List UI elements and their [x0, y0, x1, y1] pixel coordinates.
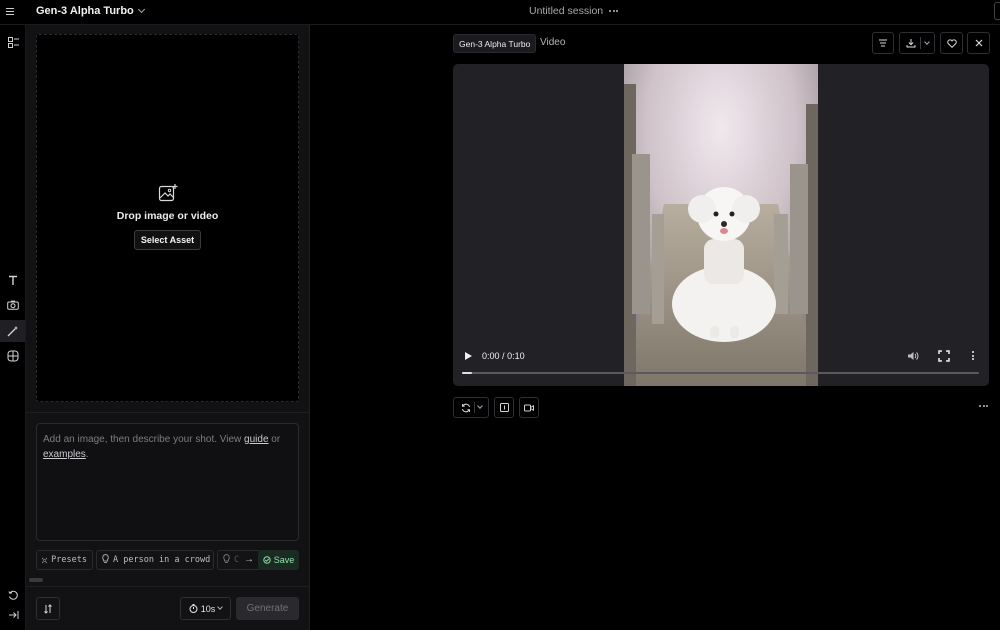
chevron-down-icon: [476, 403, 483, 409]
details-button[interactable]: [872, 32, 894, 54]
horizontal-scrollbar[interactable]: [29, 578, 43, 582]
video-camera-icon: [524, 404, 534, 411]
prompt-placeholder-mid: or: [268, 434, 281, 445]
session-title-label: Untitled session: [529, 5, 604, 17]
duration-label: 10s: [200, 603, 216, 614]
video-controls: 0:00 / 0:10: [453, 344, 989, 386]
frame-button[interactable]: [494, 397, 514, 418]
more-options-icon[interactable]: [609, 10, 619, 12]
dropzone-label: Drop image or video: [116, 210, 219, 222]
guide-link[interactable]: guide: [244, 434, 268, 445]
select-asset-button[interactable]: Select Asset: [133, 230, 202, 250]
arrow-right-icon[interactable]: →: [244, 554, 254, 565]
total-duration: 0:10: [507, 351, 525, 361]
time-display: 0:00 / 0:10: [482, 351, 525, 361]
prompt-placeholder-end: .: [85, 449, 89, 460]
save-icon: [263, 556, 271, 564]
prompt-chips: Presets A person in a crowd C → Save: [36, 550, 299, 570]
output-type-tag: Video: [540, 37, 566, 48]
examples-link[interactable]: examples: [43, 449, 86, 460]
progress-fill: [462, 372, 473, 374]
reuse-button[interactable]: [453, 397, 489, 418]
download-icon: [906, 39, 915, 48]
output-model-tag: Gen-3 Alpha Turbo: [453, 34, 537, 53]
generate-button[interactable]: Generate: [236, 597, 299, 620]
magic-tools-icon[interactable]: [0, 320, 25, 342]
volume-icon[interactable]: [907, 350, 919, 362]
close-icon: [975, 39, 982, 47]
timer-icon: [189, 604, 198, 613]
download-button[interactable]: [899, 32, 935, 54]
collapse-sidebar-icon[interactable]: [4, 606, 22, 624]
suggestion-chip[interactable]: A person in a crowd: [96, 550, 214, 570]
video-player[interactable]: 0:00 / 0:10: [453, 64, 989, 386]
sliders-icon: [44, 603, 52, 614]
play-icon[interactable]: [465, 352, 472, 360]
more-options-icon[interactable]: [972, 351, 974, 360]
prompt-textarea[interactable]: Add an image, then describe your shot. V…: [36, 423, 299, 541]
panel-toggle[interactable]: [994, 2, 1000, 20]
presets-chip[interactable]: Presets: [36, 550, 93, 570]
heart-icon: [946, 38, 957, 48]
divider: [26, 586, 310, 587]
duration-dropdown[interactable]: 10s: [180, 597, 231, 620]
video-frame: [624, 64, 818, 386]
chevron-down-icon: [137, 5, 145, 14]
text-tool-icon[interactable]: [4, 271, 22, 289]
suggestion-label: C: [234, 555, 240, 565]
presets-label: Presets: [51, 555, 87, 565]
add-image-icon: [158, 184, 177, 202]
input-panel: Drop image or video Select Asset Add an …: [26, 25, 310, 630]
suggestion-chip[interactable]: C: [217, 550, 261, 570]
progress-bar[interactable]: [462, 372, 979, 374]
presets-icon: [42, 557, 48, 563]
save-label: Save: [273, 555, 295, 565]
prompt-placeholder: Add an image, then describe your shot. V…: [43, 434, 245, 445]
history-icon[interactable]: [4, 586, 22, 604]
chevron-down-icon: [923, 38, 930, 45]
settings-button[interactable]: [36, 597, 60, 620]
camera-icon[interactable]: [4, 296, 22, 314]
divider: [26, 412, 310, 413]
save-prompt-button[interactable]: Save: [258, 550, 299, 570]
time-separator: /: [502, 351, 505, 361]
lightbulb-icon: [223, 553, 230, 566]
lightbulb-icon: [102, 553, 109, 566]
favorite-button[interactable]: [940, 32, 963, 54]
world-icon[interactable]: [4, 347, 22, 365]
chevron-down-icon: [217, 604, 224, 610]
current-time: 0:00: [482, 351, 500, 361]
session-title[interactable]: Untitled session: [529, 5, 619, 17]
video-frame-image: [624, 64, 818, 386]
assets-icon[interactable]: [4, 33, 22, 51]
video-tools-button[interactable]: [519, 397, 539, 418]
top-bar: Gen-3 Alpha Turbo Untitled session: [0, 0, 1000, 25]
left-rail: [0, 25, 26, 630]
menu-icon[interactable]: [3, 4, 17, 18]
suggestion-label: A person in a crowd: [113, 555, 211, 565]
model-selector-label: Gen-3 Alpha Turbo: [36, 5, 134, 17]
model-selector[interactable]: Gen-3 Alpha Turbo: [36, 5, 145, 17]
text-align-icon: [879, 39, 887, 47]
close-button[interactable]: [967, 32, 990, 54]
frame-icon: [499, 403, 509, 412]
media-dropzone[interactable]: Drop image or video Select Asset: [36, 34, 299, 402]
refresh-icon: [461, 403, 470, 412]
more-options-icon[interactable]: [979, 405, 988, 407]
fullscreen-icon[interactable]: [938, 350, 950, 362]
